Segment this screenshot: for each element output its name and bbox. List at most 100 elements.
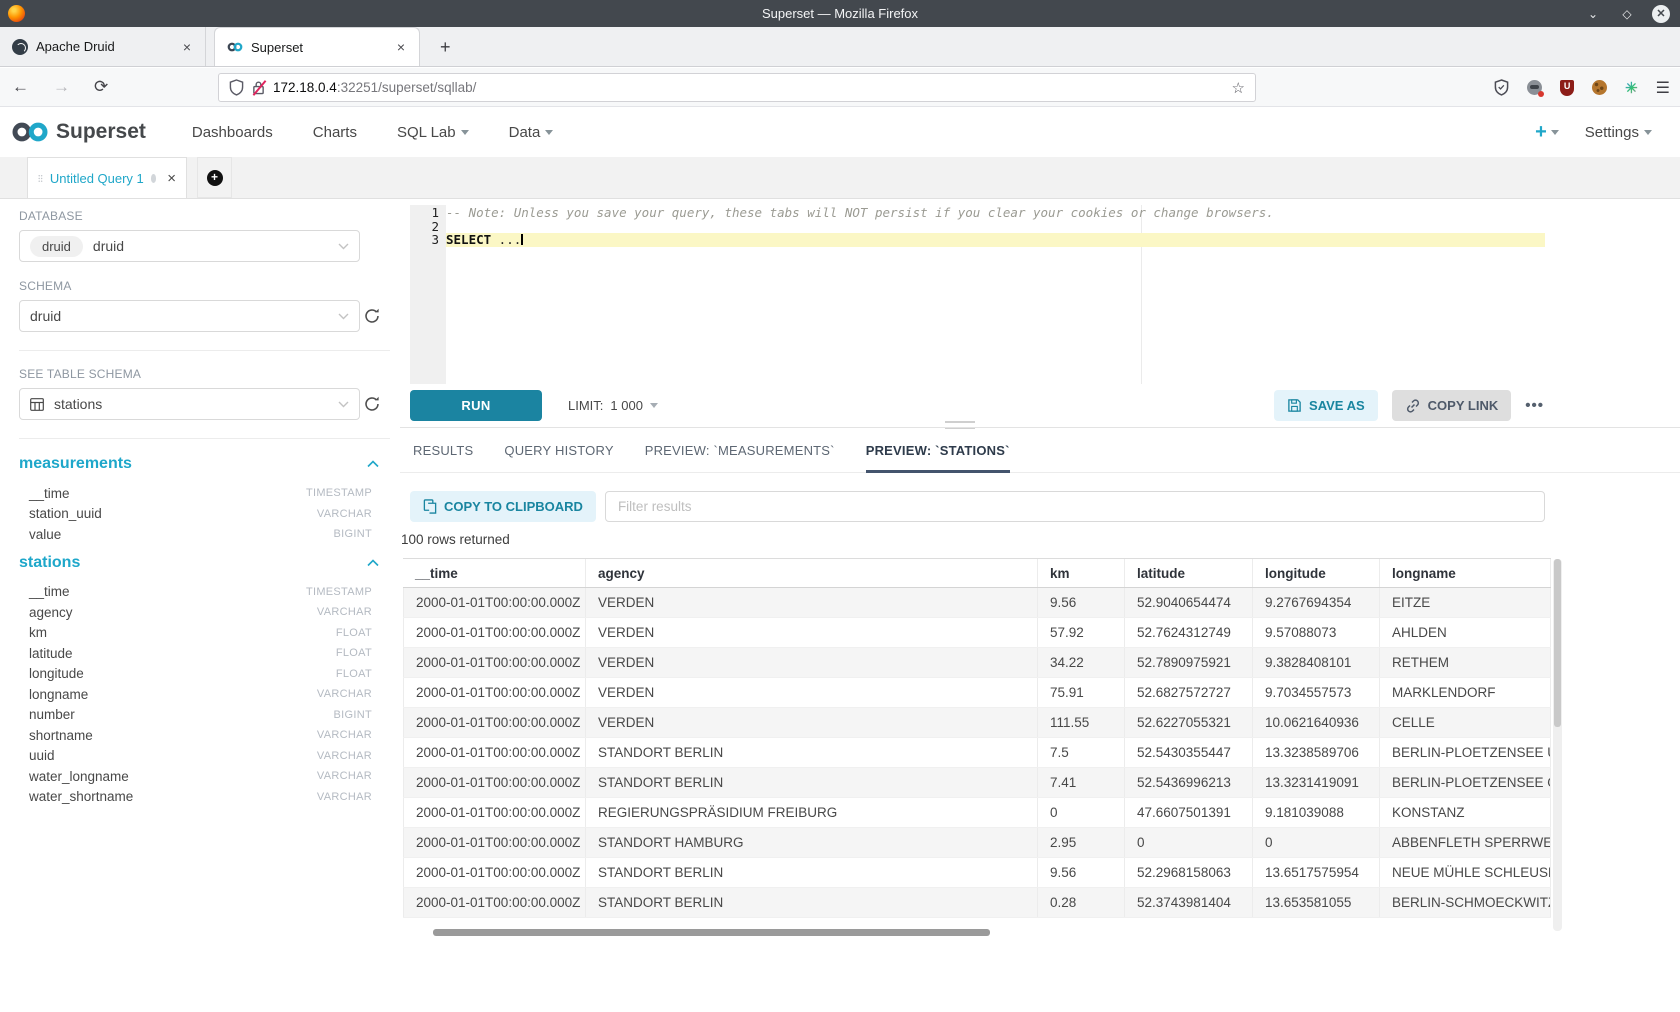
divider <box>19 438 390 439</box>
results-table-header: __timeagencykmlatitudelongitudelongname <box>403 558 1551 588</box>
chevron-down-icon <box>1551 130 1559 135</box>
table-row[interactable]: 2000-01-01T00:00:00.000Z STANDORT BERLIN… <box>403 768 1551 798</box>
filter-results-input[interactable] <box>605 491 1545 522</box>
window-close-button[interactable]: ✕ <box>1652 5 1670 23</box>
column-name: value <box>29 527 61 542</box>
database-value: druid <box>93 238 124 254</box>
column-row: shortname VARCHAR <box>19 725 372 746</box>
column-type: VARCHAR <box>317 770 372 782</box>
tab-close-icon[interactable]: × <box>395 39 407 55</box>
collapse-chevron-up-icon[interactable] <box>367 460 379 468</box>
tracking-protection-shield-icon[interactable] <box>229 79 244 96</box>
tab-preview-measurements[interactable]: PREVIEW: `MEASUREMENTS` <box>645 428 835 473</box>
table-row[interactable]: 2000-01-01T00:00:00.000Z VERDEN 34.22 52… <box>403 648 1551 678</box>
column-header[interactable]: longname <box>1380 559 1551 587</box>
settings-menu[interactable]: Settings <box>1585 124 1652 141</box>
nav-dashboards[interactable]: Dashboards <box>172 124 293 141</box>
table-row[interactable]: 2000-01-01T00:00:00.000Z STANDORT BERLIN… <box>403 738 1551 768</box>
column-header[interactable]: __time <box>403 559 586 587</box>
column-type: FLOAT <box>336 627 372 639</box>
table-row[interactable]: 2000-01-01T00:00:00.000Z VERDEN 111.55 5… <box>403 708 1551 738</box>
tab-results[interactable]: RESULTS <box>413 428 473 473</box>
column-row: longitude FLOAT <box>19 664 372 685</box>
table-row[interactable]: 2000-01-01T00:00:00.000Z VERDEN 57.92 52… <box>403 618 1551 648</box>
table-row[interactable]: 2000-01-01T00:00:00.000Z VERDEN 75.91 52… <box>403 678 1551 708</box>
ublock-origin-icon[interactable] <box>1560 80 1574 96</box>
chevron-down-icon <box>545 130 553 135</box>
copy-link-button[interactable]: COPY LINK <box>1392 390 1512 421</box>
table-schema-stations: stations __time TIMESTAMP agency VARCHAR <box>19 554 400 808</box>
save-as-button[interactable]: SAVE AS <box>1274 390 1378 421</box>
browser-tab-title: Superset <box>251 40 395 55</box>
column-header[interactable]: latitude <box>1125 559 1253 587</box>
schema-select[interactable]: druid <box>19 300 360 332</box>
nav-data[interactable]: Data <box>489 124 574 141</box>
column-name: km <box>29 625 47 640</box>
column-type: VARCHAR <box>317 688 372 700</box>
column-header[interactable]: longitude <box>1253 559 1380 587</box>
nav-sql-lab[interactable]: SQL Lab <box>377 124 489 141</box>
refresh-tables-icon[interactable] <box>363 395 381 413</box>
table-row[interactable]: 2000-01-01T00:00:00.000Z VERDEN 9.56 52.… <box>403 588 1551 618</box>
tab-preview-stations[interactable]: PREVIEW: `STATIONS` <box>866 428 1010 473</box>
table-row[interactable]: 2000-01-01T00:00:00.000Z REGIERUNGSPRÄSI… <box>403 798 1551 828</box>
column-row: number BIGINT <box>19 705 372 726</box>
tab-close-icon[interactable]: × <box>181 39 193 55</box>
back-button[interactable]: ← <box>0 77 41 97</box>
url-bar[interactable]: 172.18.0.4:32251/superset/sqllab/ ☆ <box>218 73 1256 102</box>
window-maximize-button[interactable]: ◇ <box>1618 5 1636 23</box>
table-select[interactable]: stations <box>19 388 360 420</box>
copy-to-clipboard-button[interactable]: COPY TO CLIPBOARD <box>410 491 596 522</box>
table-row[interactable]: 2000-01-01T00:00:00.000Z STANDORT HAMBUR… <box>403 828 1551 858</box>
superset-logo[interactable]: Superset <box>0 119 146 145</box>
more-options-button[interactable]: ••• <box>1525 397 1544 414</box>
add-new-button[interactable]: + <box>1535 121 1559 144</box>
table-row[interactable]: 2000-01-01T00:00:00.000Z STANDORT BERLIN… <box>403 858 1551 888</box>
schema-label: SCHEMA <box>19 279 400 293</box>
column-name: water_longname <box>29 769 129 784</box>
extension-mask-icon[interactable] <box>1527 80 1542 95</box>
insecure-lock-icon[interactable] <box>252 80 265 95</box>
column-type: VARCHAR <box>317 508 372 520</box>
database-select[interactable]: druid druid <box>19 230 360 262</box>
vertical-scrollbar[interactable] <box>1553 559 1562 931</box>
tab-query-history[interactable]: QUERY HISTORY <box>504 428 613 473</box>
url-text[interactable]: 172.18.0.4:32251/superset/sqllab/ <box>273 80 476 95</box>
forward-button[interactable]: → <box>41 77 82 97</box>
table-name[interactable]: measurements <box>19 455 132 473</box>
extension-shield-icon[interactable] <box>1494 79 1509 96</box>
column-row: agency VARCHAR <box>19 602 372 623</box>
sql-editor[interactable]: 1 2 3 -- Note: Unless you save your quer… <box>410 205 1545 384</box>
nav-charts[interactable]: Charts <box>293 124 377 141</box>
chevron-down-icon <box>338 313 349 320</box>
collapse-chevron-up-icon[interactable] <box>367 559 379 567</box>
browser-tab-apache-druid[interactable]: Apache Druid × <box>0 27 206 66</box>
column-header[interactable]: agency <box>586 559 1038 587</box>
results-table: __timeagencykmlatitudelongitudelongname … <box>403 558 1551 918</box>
run-button[interactable]: RUN <box>410 390 542 421</box>
limit-value: 1 000 <box>610 398 643 413</box>
reload-button[interactable]: ⟳ <box>82 77 120 97</box>
brand-text: Superset <box>56 120 146 144</box>
horizontal-scrollbar[interactable] <box>433 929 990 936</box>
database-label: DATABASE <box>19 209 400 223</box>
refresh-schemas-icon[interactable] <box>363 307 381 325</box>
query-tab-close-icon[interactable]: × <box>167 170 176 187</box>
cookie-extension-icon[interactable] <box>1592 80 1607 95</box>
window-minimize-button[interactable]: ⌄ <box>1584 5 1602 23</box>
scrollbar-thumb[interactable] <box>1554 559 1561 727</box>
browser-tab-superset[interactable]: Superset × <box>214 27 420 66</box>
table-name[interactable]: stations <box>19 554 80 572</box>
limit-dropdown[interactable]: LIMIT: 1 000 <box>568 398 658 413</box>
new-tab-button[interactable]: + <box>434 37 457 58</box>
extension-asterisk-icon[interactable]: ✳ <box>1625 79 1638 97</box>
superset-infinity-icon <box>10 119 50 145</box>
column-header[interactable]: km <box>1038 559 1125 587</box>
new-query-tab-button[interactable]: + <box>197 157 232 198</box>
query-tab-untitled-1[interactable]: Untitled Query 1 × <box>27 157 187 198</box>
menu-hamburger-icon[interactable]: ☰ <box>1656 78 1670 98</box>
table-row[interactable]: 2000-01-01T00:00:00.000Z STANDORT BERLIN… <box>403 888 1551 918</box>
sql-empty-line <box>446 220 1545 234</box>
clipboard-icon <box>423 499 437 514</box>
bookmark-star-icon[interactable]: ☆ <box>1232 79 1245 97</box>
